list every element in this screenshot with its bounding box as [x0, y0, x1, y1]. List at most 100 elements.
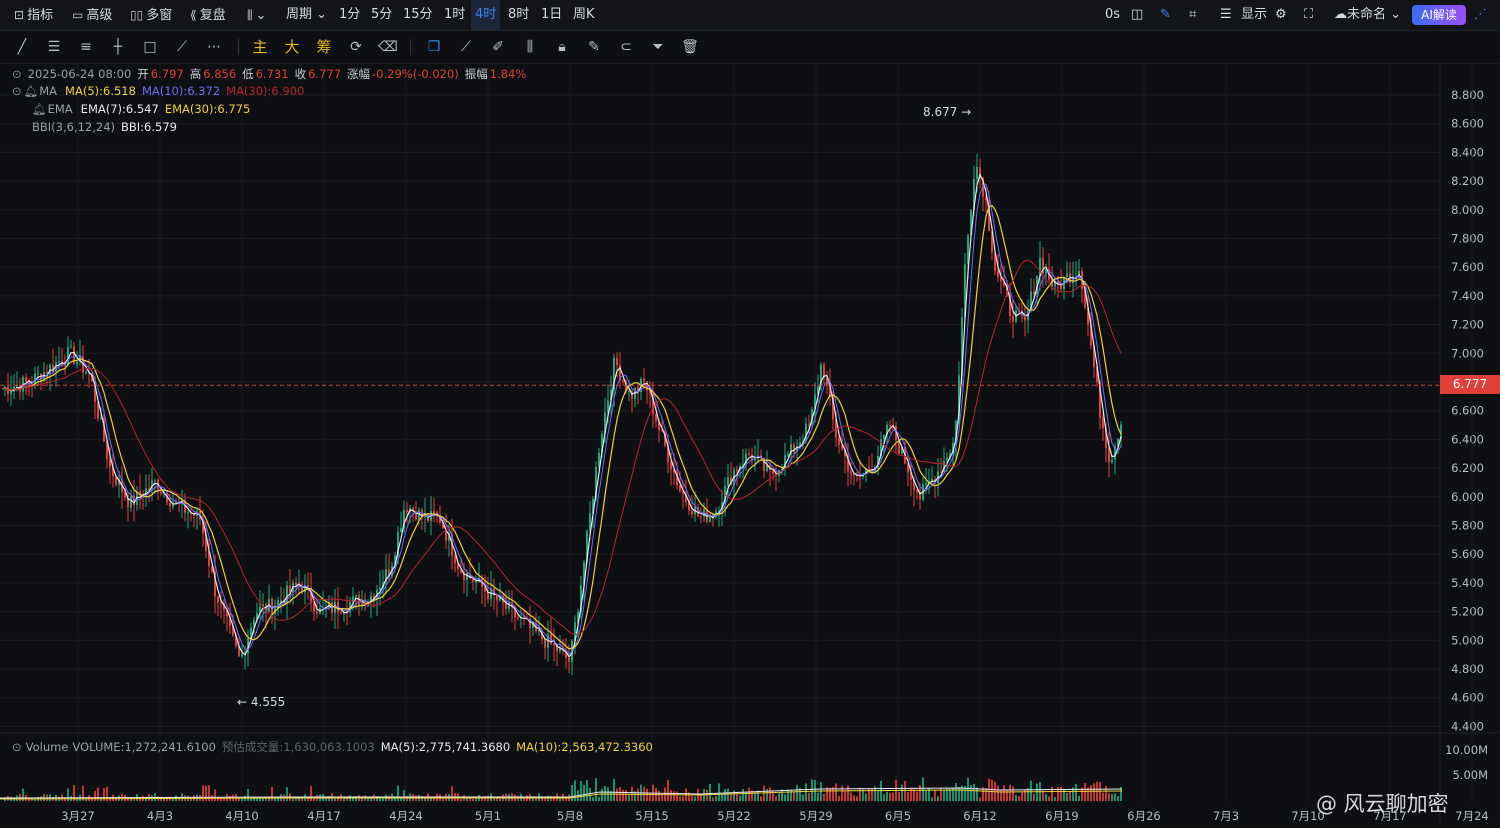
candle-body [838, 437, 840, 446]
volume-bar [601, 788, 603, 801]
volume-bar [307, 798, 309, 801]
candle-body [271, 598, 273, 614]
volume-bar [451, 786, 453, 801]
candle-body [295, 582, 297, 585]
x-tick-label: 5月15 [635, 809, 668, 823]
x-tick-label: 7月3 [1213, 809, 1239, 823]
x-tick-label: 6月12 [963, 809, 996, 823]
volume-bar [397, 785, 399, 801]
volume-bar [796, 785, 798, 801]
candle-body [400, 528, 402, 532]
candle-body [418, 509, 420, 521]
volume-bar [271, 787, 273, 801]
volume-bar [955, 782, 957, 801]
volume-bar [883, 794, 885, 801]
volume-bar [865, 793, 867, 801]
volume-bar [1066, 793, 1068, 801]
candle-body [58, 361, 60, 363]
candle-body [154, 479, 156, 481]
volume-bar [838, 795, 840, 801]
candle-body [76, 361, 78, 365]
volume-bar [901, 784, 903, 801]
x-tick-label: 6月5 [885, 809, 911, 823]
volume-bar [583, 784, 585, 801]
x-tick-label: 4月24 [389, 809, 422, 823]
volume-bar [787, 789, 789, 801]
volume-bar [604, 785, 606, 801]
volume-bar [346, 798, 348, 801]
price-tick-label: 8.400 [1451, 145, 1484, 159]
price-chart[interactable]: 8.800 8.600 8.400 8.200 8.000 7.800 7.600 7.400… [0, 0, 1500, 828]
candle-body [316, 611, 318, 614]
price-tick-label: 5.200 [1451, 605, 1484, 619]
volume-bar [190, 798, 192, 801]
candle-body [997, 270, 999, 277]
candle-body [553, 643, 555, 645]
price-tick-label: 5.400 [1451, 576, 1484, 590]
volume-bar [775, 796, 777, 801]
volume-bar [724, 789, 726, 801]
price-tick-label: 5.800 [1451, 519, 1484, 533]
x-tick-label: 4月17 [307, 809, 340, 823]
candle-body [655, 414, 657, 422]
volume-bar [1117, 796, 1119, 801]
candle-body [70, 346, 72, 348]
candle-body [853, 474, 855, 476]
volume-bar [886, 791, 888, 801]
candle-body [187, 512, 189, 514]
price-tick-label: 7.000 [1451, 346, 1484, 360]
volume-bar [1084, 782, 1086, 801]
candle-body [691, 510, 693, 515]
volume-bar [595, 778, 597, 801]
candle-body [1024, 315, 1026, 321]
volume-bar [1102, 792, 1104, 801]
collapse-icon[interactable]: ⊙ [12, 67, 22, 81]
candle-body [748, 453, 750, 455]
volume-bar [979, 797, 981, 801]
bell-icon[interactable]: 🔔︎ [24, 84, 39, 98]
price-tick-label: 8.000 [1451, 203, 1484, 217]
price-tick-label: 8.600 [1451, 117, 1484, 131]
bell-icon[interactable]: 🔔︎ [32, 102, 47, 116]
volume-bar [739, 795, 741, 801]
candle-body [454, 555, 456, 564]
volume-bar [598, 796, 600, 801]
volume-bar [919, 785, 921, 801]
volume-bar [931, 797, 933, 801]
volume-bar [1078, 795, 1080, 801]
volume-bar [715, 796, 717, 801]
volume-bar [493, 798, 495, 801]
candle-body [130, 495, 132, 508]
x-tick-label: 6月19 [1045, 809, 1078, 823]
volume-bar [904, 781, 906, 801]
collapse-icon[interactable]: ⊙ [12, 84, 22, 98]
x-tick-label: 7月24 [1455, 809, 1488, 823]
volume-bar [769, 787, 771, 801]
volume-bar [460, 798, 462, 801]
candle-body [466, 572, 468, 581]
volume-bar [733, 790, 735, 801]
candle-body [727, 477, 729, 486]
volume-bar [973, 783, 975, 801]
volume-bar [1090, 785, 1092, 801]
candle-body [40, 373, 42, 382]
volume-bar [379, 798, 381, 801]
volume-bar [616, 788, 618, 801]
volume-bar [1045, 794, 1047, 801]
volume-bar [700, 795, 702, 801]
collapse-icon[interactable]: ⊙ [12, 740, 22, 754]
volume-bar [133, 798, 135, 801]
volume-bar [712, 797, 714, 801]
price-tick-label: 8.800 [1451, 88, 1484, 102]
volume-bar [1075, 783, 1077, 801]
candle-body [916, 490, 918, 493]
volume-bar [85, 798, 87, 801]
volume-bar [535, 798, 537, 801]
volume-bar [934, 790, 936, 801]
candle-body [628, 391, 630, 393]
volume-bar [967, 778, 969, 801]
volume-bar [676, 791, 678, 801]
volume-bar [1108, 793, 1110, 801]
candle-body [1102, 417, 1104, 429]
volume-bar [472, 798, 474, 801]
